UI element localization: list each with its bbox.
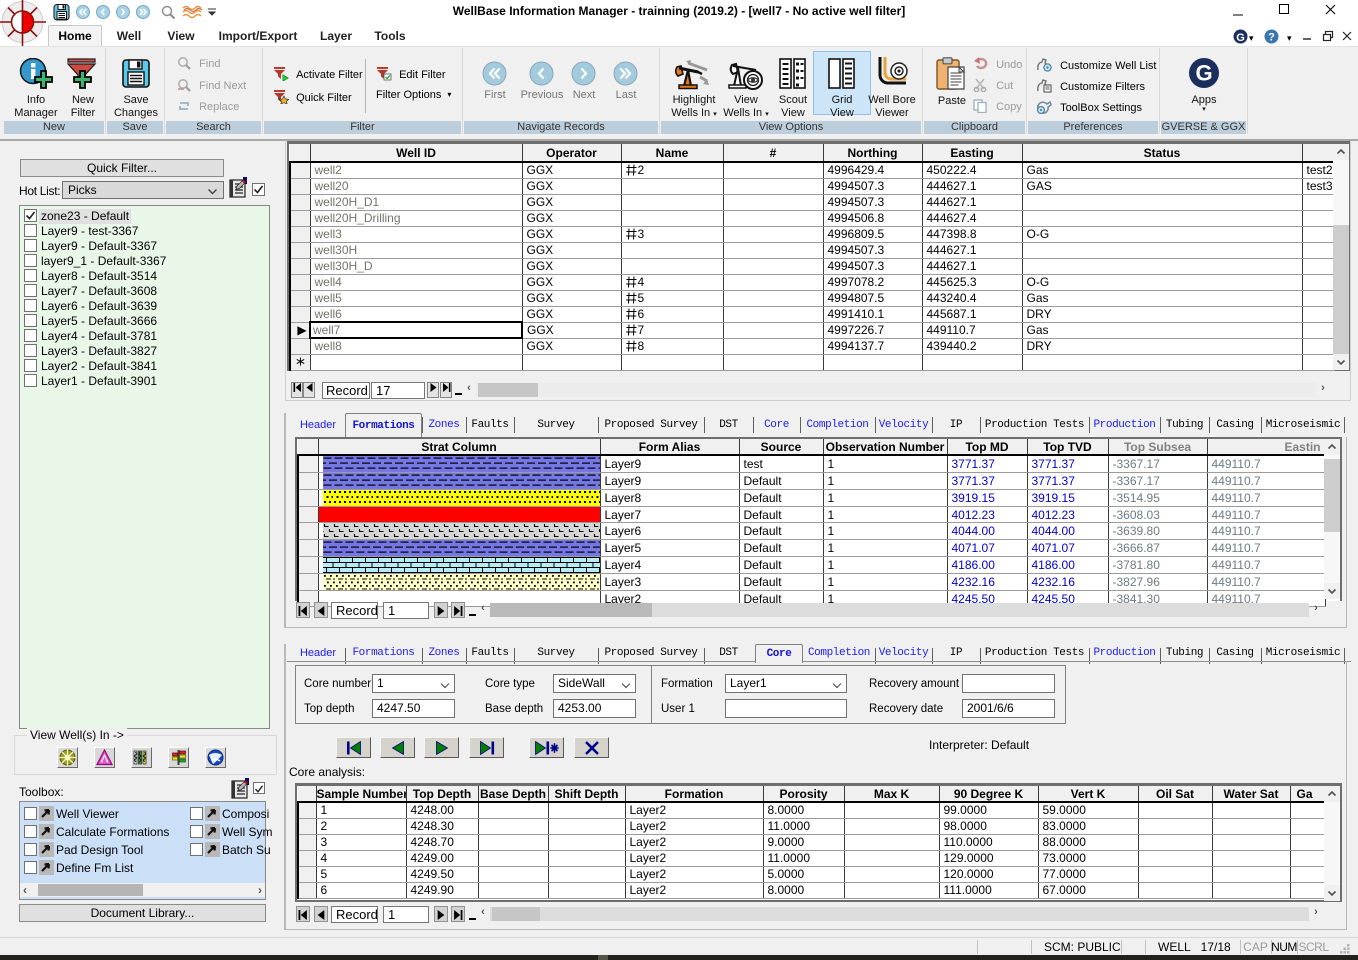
svg-text:?: ?	[1268, 32, 1275, 44]
svg-text:G: G	[1195, 61, 1212, 86]
svg-text:G: G	[1236, 32, 1245, 44]
